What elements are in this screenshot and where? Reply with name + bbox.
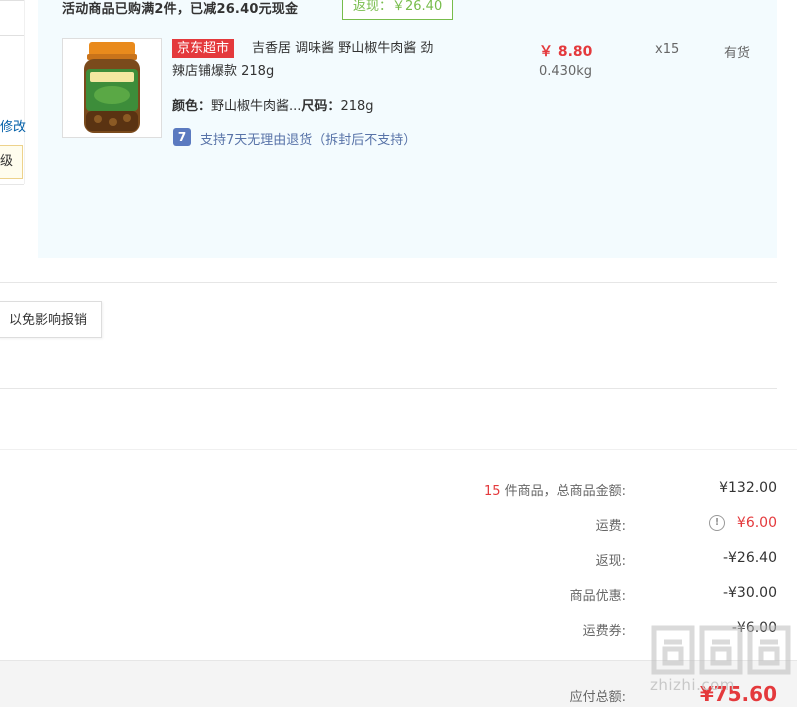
left-panel-divider [24,0,25,184]
product-image[interactable] [62,38,162,138]
shipping-value: ¥6.00 [736,515,777,531]
watermark-text: zhizhi.com [650,676,735,694]
section-divider [0,282,777,283]
rebate-tag: 返现：￥26.40 [342,0,454,20]
product-attributes: 颜色：野山椒牛肉酱...尺码：218g [172,95,374,114]
left-panel-box [0,0,25,36]
seven-day-return-icon: 7 [173,128,191,146]
payable-label: 应付总额: [569,690,626,705]
jd-supermarket-tag: 京东超市 [172,39,235,58]
goods-total-value: ¥132.00 [719,480,777,496]
color-label: 颜色： [172,99,212,114]
size-label: 尺码： [301,99,341,114]
discount-label: 商品优惠: [569,589,626,604]
info-icon[interactable]: ! [709,515,725,531]
product-price: ￥ 8.80 [539,44,593,60]
rebate-value: -¥26.40 [722,550,777,566]
product-name-line2[interactable]: 辣店铺爆款 218g [172,62,274,82]
section-divider [0,449,797,450]
product-quantity: x15 [655,42,680,57]
invoice-tip-button[interactable]: 以免影响报销 [0,301,102,338]
promo-text: 活动商品已购满2件，已减26.40元现金 [62,2,299,17]
modify-link[interactable]: 修改 [0,116,26,135]
goods-total-label: 15 件商品，总商品金额: [484,480,626,499]
watermark-logo [651,625,791,675]
rebate-label: 返现: [595,554,626,569]
product-name-line1[interactable]: 吉香居 调味酱 野山椒牛肉酱 劲 [252,39,433,59]
product-weight: 0.430kg [539,64,592,79]
return-policy-text: 支持7天无理由退货（拆封后不支持） [200,133,417,148]
item-count-suffix: 件商品，总商品金额: [500,484,626,499]
item-count: 15 [483,484,501,499]
shipping-label: 运费: [595,519,626,534]
discount-value: -¥30.00 [722,585,777,601]
section-divider [0,388,777,389]
color-value: 野山椒牛肉酱... [211,99,302,114]
size-value: 218g [340,99,374,114]
left-panel-bottom-line [0,184,24,185]
shipping-coupon-label: 运费券: [582,624,626,639]
stock-status: 有货 [724,46,751,61]
level-tip: 级 [0,145,23,179]
sauce-jar-image [63,39,161,137]
